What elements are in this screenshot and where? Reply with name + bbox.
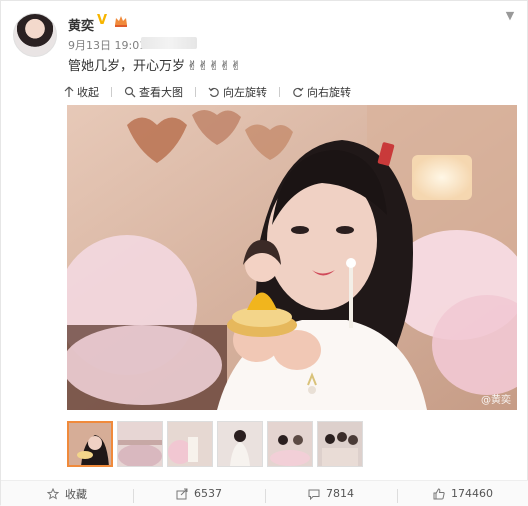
rotate-right-label: 向右旋转	[307, 86, 351, 99]
collapse-button[interactable]: 收起	[64, 84, 99, 100]
comment-button[interactable]: 7814	[265, 487, 397, 503]
thumbnail[interactable]	[117, 421, 163, 467]
rotate-left-button[interactable]: 向左旋转	[208, 84, 267, 100]
avatar[interactable]	[13, 13, 57, 57]
blurred-source	[141, 37, 197, 49]
verified-icon: V	[97, 13, 108, 28]
watermark: @黄奕	[481, 395, 511, 406]
rotate-right-icon	[293, 87, 304, 98]
thumbnail-image	[69, 423, 111, 465]
view-large-label: 查看大图	[139, 86, 183, 99]
search-icon	[124, 86, 136, 98]
thumbnail[interactable]	[267, 421, 313, 467]
thumbnail[interactable]	[67, 421, 113, 467]
victory-emoji-group: ✌✌✌✌✌	[187, 59, 242, 74]
toolbar-divider	[111, 87, 112, 97]
post-timestamp[interactable]: 9月13日 19:01	[68, 37, 146, 53]
like-button[interactable]: 174460	[397, 487, 528, 503]
crown-icon	[115, 16, 127, 27]
thumbnail[interactable]	[167, 421, 213, 467]
share-icon	[176, 488, 188, 499]
thumbnail[interactable]	[317, 421, 363, 467]
thumbnail-image	[218, 422, 262, 466]
thumbnail-image	[318, 422, 362, 466]
comment-icon	[308, 489, 320, 500]
rotate-left-icon	[208, 87, 219, 98]
post-card: 黄奕 V 9月13日 19:01 ▼ 管她几岁，开心万岁 ✌✌✌✌✌ 收起 查看大…	[0, 0, 528, 506]
view-large-button[interactable]: 查看大图	[124, 84, 183, 100]
repost-count: 6537	[194, 487, 222, 500]
rotate-right-button[interactable]: 向右旋转	[292, 84, 351, 100]
collapse-label: 收起	[77, 86, 99, 99]
thumbnail[interactable]	[217, 421, 263, 467]
thumbs-up-icon	[433, 487, 445, 499]
thumbnail-image	[118, 422, 162, 466]
favorite-button[interactable]: 收藏	[1, 486, 133, 502]
repost-button[interactable]: 6537	[133, 487, 265, 503]
rotate-left-label: 向左旋转	[223, 86, 267, 99]
toolbar-divider	[195, 87, 196, 97]
post-text-body: 管她几岁，开心万岁	[68, 59, 186, 74]
image-toolbar: 收起 查看大图 向左旋转 向右旋转	[64, 81, 363, 103]
collapse-icon	[64, 86, 74, 97]
comment-count: 7814	[326, 487, 354, 500]
thumbnail-image	[168, 422, 212, 466]
action-bar: 收藏 6537 7814 174460	[1, 480, 528, 506]
photo-illustration	[67, 105, 517, 410]
toolbar-divider	[279, 87, 280, 97]
author-name[interactable]: 黄奕	[68, 15, 94, 34]
chevron-down-icon[interactable]: ▼	[503, 9, 517, 23]
post-text: 管她几岁，开心万岁 ✌✌✌✌✌	[68, 55, 241, 74]
like-count: 174460	[451, 487, 493, 500]
thumbnail-image	[268, 422, 312, 466]
star-icon	[47, 487, 59, 500]
main-photo[interactable]: @黄奕	[67, 105, 517, 410]
thumbnail-strip	[67, 421, 367, 467]
favorite-label: 收藏	[65, 487, 87, 501]
